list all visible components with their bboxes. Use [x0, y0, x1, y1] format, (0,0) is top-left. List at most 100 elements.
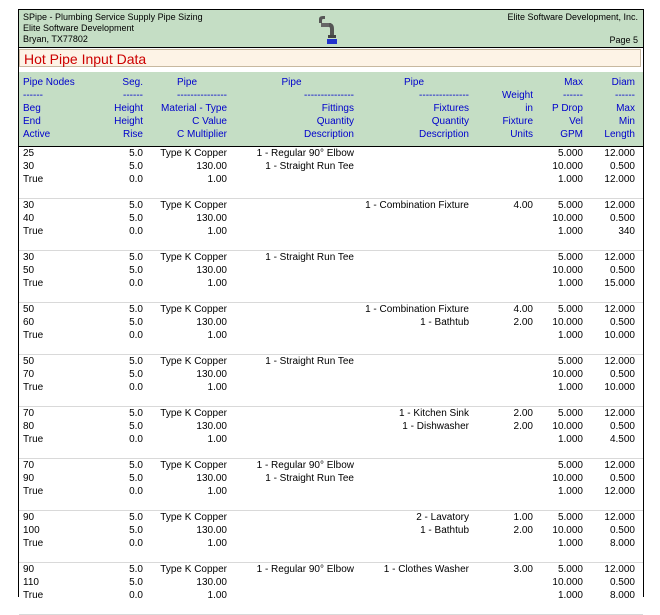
company-name: Elite Software Development, Inc. — [507, 12, 638, 22]
pdrop-cell: 5.000 — [557, 564, 583, 575]
pipe-material-cell: 1.00 — [207, 382, 227, 393]
column-header-c3-line5: C Multiplier — [176, 129, 227, 140]
pipe-material-cell: 130.00 — [196, 577, 227, 588]
pipe-segment-group: 50 5.0 Type K Copper 1 - Combination Fixtur… — [19, 303, 643, 355]
height-cell: 5.0 — [129, 213, 143, 224]
column-header-c6-line2: Weight — [502, 90, 533, 101]
height-cell: 5.0 — [129, 564, 143, 575]
pdrop-cell: 5.000 — [557, 200, 583, 211]
table-row: 80 5.0 130.00 1 - Dishwasher 2.00 10.000 0.500 — [19, 420, 643, 433]
node-cell: True — [23, 174, 44, 185]
column-header-c2-line4: Height — [114, 116, 143, 127]
diam-cell: 0.500 — [609, 369, 635, 380]
table-row: True 0.0 1.00 1.000 12.000 — [19, 485, 643, 498]
diam-cell: 12.000 — [604, 304, 635, 315]
node-cell: 30 — [23, 252, 35, 263]
column-header-c3-line1: Pipe — [176, 77, 197, 88]
column-header-c5-line5: Description — [418, 129, 469, 140]
pipe-material-cell: Type K Copper — [160, 252, 227, 263]
table-row: True 0.0 1.00 1.000 12.000 — [19, 173, 643, 186]
diam-cell: 15.000 — [604, 278, 635, 289]
node-cell: 90 — [23, 564, 35, 575]
fittings-cell: 1 - Straight Run Tee — [265, 161, 354, 172]
pipe-segment-group: 70 5.0 Type K Copper 1 - Regular 90° Elbow 5… — [19, 459, 643, 511]
column-header-c2-line3: Height — [114, 103, 143, 114]
pipe-material-cell: 1.00 — [207, 174, 227, 185]
pipe-material-cell: Type K Copper — [160, 564, 227, 575]
node-cell: 30 — [23, 200, 35, 211]
pdrop-cell: 10.000 — [552, 421, 583, 432]
column-header-c4-line1: Pipe — [281, 77, 302, 88]
node-cell: 100 — [23, 525, 40, 536]
fixtures-cell: 2 - Lavatory — [416, 512, 469, 523]
height-cell: 0.0 — [129, 538, 143, 549]
height-cell: 5.0 — [129, 252, 143, 263]
height-cell: 5.0 — [129, 512, 143, 523]
diam-cell: 12.000 — [604, 460, 635, 471]
pdrop-cell: 10.000 — [552, 369, 583, 380]
diam-cell: 0.500 — [609, 265, 635, 276]
pipe-material-cell: 130.00 — [196, 421, 227, 432]
pipe-material-cell: 130.00 — [196, 213, 227, 224]
pipe-material-cell: 130.00 — [196, 473, 227, 484]
column-header-c3-line4: C Value — [192, 116, 227, 127]
height-cell: 0.0 — [129, 226, 143, 237]
diam-cell: 12.000 — [604, 174, 635, 185]
units-cell: 4.00 — [513, 304, 533, 315]
table-row: 70 5.0 Type K Copper 1 - Regular 90° Elbow 5… — [19, 459, 643, 472]
units-cell: 2.00 — [513, 421, 533, 432]
column-header-c4-line3: Fittings — [321, 103, 354, 114]
table-row: True 0.0 1.00 1.000 340 — [19, 225, 643, 238]
height-cell: 5.0 — [129, 304, 143, 315]
fixtures-cell: 1 - Kitchen Sink — [398, 408, 469, 419]
height-cell: 0.0 — [129, 434, 143, 445]
node-cell: 70 — [23, 460, 35, 471]
pdrop-cell: 1.000 — [557, 486, 583, 497]
pipe-table: 25 5.0 Type K Copper 1 - Regular 90° Elbow 5… — [19, 147, 643, 615]
fittings-cell: 1 - Regular 90° Elbow — [256, 460, 354, 471]
page-title: Hot Pipe Input Data — [19, 49, 641, 67]
table-row: True 0.0 1.00 1.000 8.000 — [19, 537, 643, 550]
faucet-logo-icon — [319, 16, 337, 44]
pipe-segment-group: 25 5.0 Type K Copper 1 - Regular 90° Elbow 5… — [19, 147, 643, 199]
node-cell: True — [23, 226, 44, 237]
column-header-c5-line2: --------------- — [419, 90, 469, 101]
column-header-c6-line4: Fixture — [502, 116, 533, 127]
diam-cell: 12.000 — [604, 408, 635, 419]
fixtures-cell: 1 - Clothes Washer — [383, 564, 469, 575]
height-cell: 5.0 — [129, 356, 143, 367]
pipe-material-cell: 130.00 — [196, 317, 227, 328]
table-row: 50 5.0 130.00 10.000 0.500 — [19, 264, 643, 277]
pipe-material-cell: Type K Copper — [160, 460, 227, 471]
table-row: 30 5.0 Type K Copper 1 - Combination Fixtur… — [19, 199, 643, 212]
page-number: Page 5 — [609, 35, 638, 45]
report-header: SPipe - Plumbing Service Supply Pipe Siz… — [19, 10, 643, 48]
node-cell: 50 — [23, 356, 35, 367]
column-header-c7-line5: GPM — [560, 129, 583, 140]
pdrop-cell: 10.000 — [552, 525, 583, 536]
node-cell: 30 — [23, 161, 35, 172]
column-header-c8-line2: ------ — [615, 90, 635, 101]
column-header-c7-line1: Max — [564, 77, 583, 88]
diam-cell: 340 — [618, 226, 635, 237]
fixtures-cell: 1 - Combination Fixture — [365, 304, 469, 315]
fixtures-cell: 1 - Bathtub — [420, 525, 469, 536]
column-header-c2-line1: Seg. — [122, 77, 143, 88]
pipe-material-cell: 1.00 — [207, 278, 227, 289]
pdrop-cell: 5.000 — [557, 304, 583, 315]
pdrop-cell: 1.000 — [557, 434, 583, 445]
node-cell: 40 — [23, 213, 35, 224]
node-cell: True — [23, 434, 44, 445]
column-header-c1-line4: End — [23, 116, 41, 127]
height-cell: 0.0 — [129, 486, 143, 497]
column-header-c8-line3: Max — [616, 103, 635, 114]
units-cell: 1.00 — [513, 512, 533, 523]
diam-cell: 10.000 — [604, 382, 635, 393]
column-header-c1-line1: Pipe Nodes — [23, 77, 75, 88]
report-page: SPipe - Plumbing Service Supply Pipe Siz… — [18, 9, 644, 615]
pdrop-cell: 10.000 — [552, 213, 583, 224]
diam-cell: 0.500 — [609, 161, 635, 172]
diam-cell: 0.500 — [609, 473, 635, 484]
column-header-c6-line5: Units — [510, 129, 533, 140]
height-cell: 5.0 — [129, 421, 143, 432]
